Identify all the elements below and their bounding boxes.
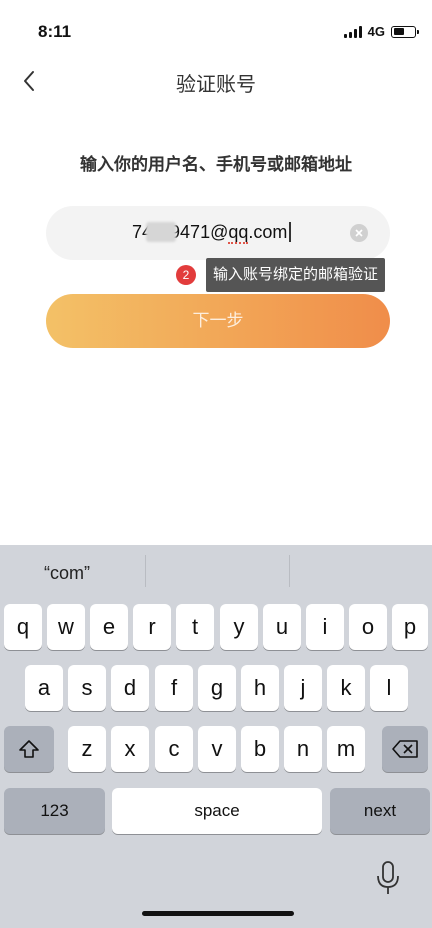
key-k[interactable]: k — [327, 665, 365, 711]
step-badge: 2 — [176, 265, 196, 285]
page-title: 验证账号 — [176, 74, 256, 96]
key-r[interactable]: r — [133, 604, 171, 650]
key-a[interactable]: a — [25, 665, 63, 711]
key-t[interactable]: t — [176, 604, 214, 650]
key-o[interactable]: o — [349, 604, 387, 650]
key-j[interactable]: j — [284, 665, 322, 711]
key-l[interactable]: l — [370, 665, 408, 711]
home-indicator[interactable] — [142, 911, 294, 916]
key-e[interactable]: e — [90, 604, 128, 650]
suggestion-bar: “com” — [0, 545, 432, 601]
microphone-icon[interactable] — [375, 860, 401, 896]
key-d[interactable]: d — [111, 665, 149, 711]
key-h[interactable]: h — [241, 665, 279, 711]
annotation-tooltip: 输入账号绑定的邮箱验证 — [206, 258, 386, 292]
space-key[interactable]: space — [112, 788, 322, 834]
key-y[interactable]: y — [220, 604, 258, 650]
suggestion-item[interactable]: “com” — [44, 563, 90, 584]
key-c[interactable]: c — [155, 726, 193, 772]
next-key[interactable]: next — [330, 788, 430, 834]
key-p[interactable]: p — [392, 604, 428, 650]
key-f[interactable]: f — [155, 665, 193, 711]
shift-key[interactable] — [4, 726, 54, 772]
keyboard: “com” q w e r t y u i o p a s d f g h j … — [0, 545, 432, 928]
key-i[interactable]: i — [306, 604, 344, 650]
account-input[interactable]: 74 9471@qq.com — [46, 206, 390, 260]
shift-icon — [19, 740, 39, 758]
key-u[interactable]: u — [263, 604, 301, 650]
suggestion-divider — [145, 555, 146, 587]
key-g[interactable]: g — [198, 665, 236, 711]
network-type: 4G — [367, 24, 385, 39]
status-bar: 8:11 4G — [0, 0, 432, 60]
input-value-suffix: .com — [248, 222, 288, 242]
key-q[interactable]: q — [4, 604, 42, 650]
backspace-icon — [392, 740, 418, 758]
status-time: 8:11 — [38, 22, 72, 41]
battery-icon — [391, 25, 419, 38]
key-v[interactable]: v — [198, 726, 236, 772]
key-n[interactable]: n — [284, 726, 322, 772]
input-value-squiggle: qq — [228, 222, 249, 244]
key-z[interactable]: z — [68, 726, 106, 772]
key-s[interactable]: s — [68, 665, 106, 711]
account-input-value: 74 9471@qq.com — [132, 222, 291, 244]
clear-input-button[interactable] — [350, 224, 368, 242]
text-caret — [289, 222, 291, 242]
close-icon — [355, 229, 363, 237]
masked-region — [146, 222, 177, 242]
signal-icon — [343, 25, 362, 38]
key-x[interactable]: x — [111, 726, 149, 772]
next-step-button[interactable]: 下一步 — [46, 294, 390, 348]
input-value-middle: 9471@ — [170, 222, 229, 242]
numbers-key[interactable]: 123 — [4, 788, 105, 834]
status-indicators: 4G — [343, 24, 419, 39]
input-prompt: 输入你的用户名、手机号或邮箱地址 — [80, 155, 352, 174]
key-b[interactable]: b — [241, 726, 279, 772]
key-w[interactable]: w — [47, 604, 85, 650]
key-m[interactable]: m — [327, 726, 365, 772]
suggestion-divider — [289, 555, 290, 587]
delete-key[interactable] — [382, 726, 428, 772]
